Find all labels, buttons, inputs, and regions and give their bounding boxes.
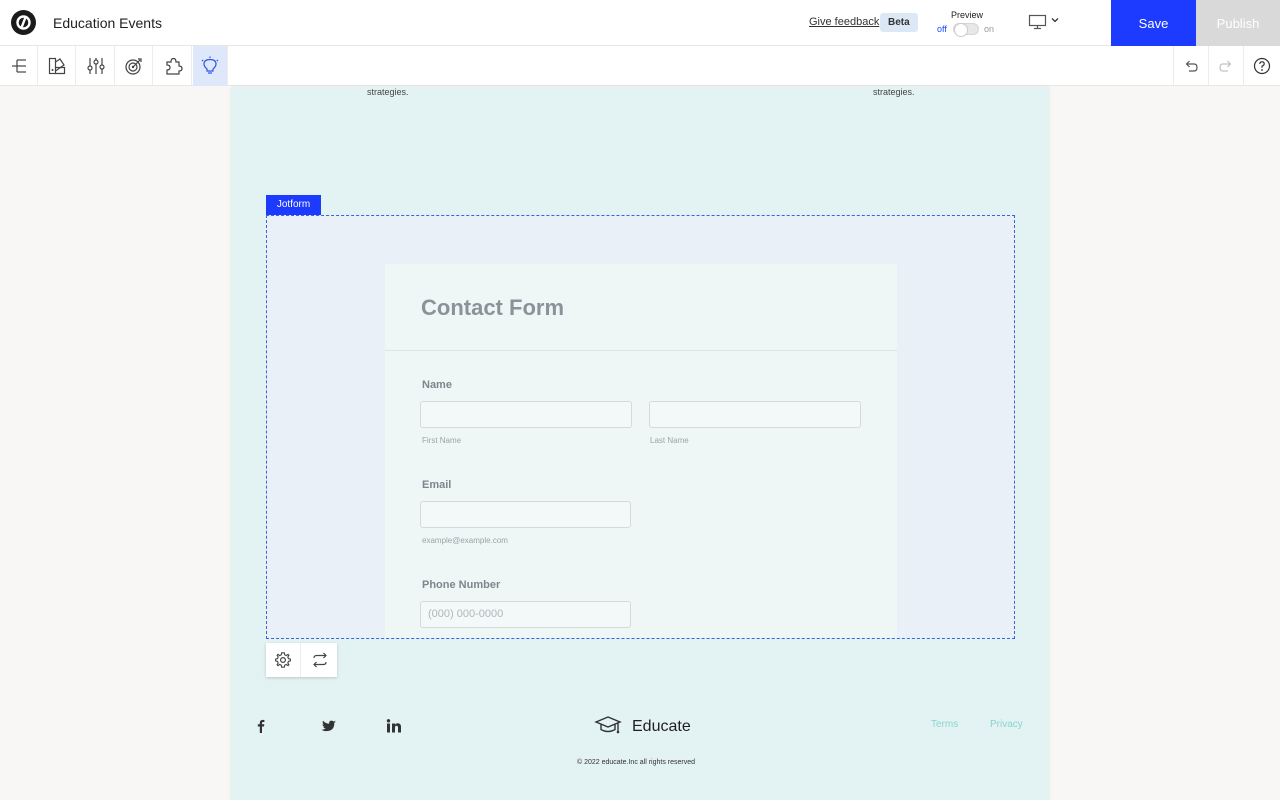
first-name-sublabel: First Name <box>422 436 462 445</box>
phone-input[interactable]: (000) 000-0000 <box>420 601 631 628</box>
integrations-button[interactable] <box>154 46 192 86</box>
widget-settings-button[interactable] <box>266 643 301 677</box>
puzzle-icon <box>165 57 183 75</box>
email-input[interactable] <box>420 501 631 528</box>
help-button[interactable] <box>1243 46 1280 86</box>
jotform-widget[interactable]: Contact Form Name First Name Last Name E… <box>266 215 1015 639</box>
app-title: Education Events <box>53 15 162 31</box>
editor-toolbar <box>0 46 1280 86</box>
form-title: Contact Form <box>421 295 564 320</box>
give-feedback-link[interactable]: Give feedback <box>809 16 879 28</box>
preview-toggle[interactable] <box>953 23 979 37</box>
feature-text-right: strategies. <box>873 87 915 97</box>
footer-brand-name: Educate <box>632 718 691 735</box>
graduation-cap-icon <box>594 716 622 734</box>
beta-badge: Beta <box>880 13 918 32</box>
desktop-icon <box>1028 14 1059 30</box>
linkedin-icon[interactable] <box>386 718 402 734</box>
smart-builder-button[interactable] <box>193 46 228 86</box>
footer-privacy-link[interactable]: Privacy <box>990 719 1023 730</box>
preview-label: Preview <box>951 10 984 20</box>
jotform-widget-tag[interactable]: Jotform <box>266 195 321 215</box>
email-label: Email <box>422 479 452 491</box>
redo-button[interactable] <box>1208 46 1243 86</box>
facebook-icon[interactable] <box>253 718 269 734</box>
last-name-sublabel: Last Name <box>650 436 689 445</box>
design-button[interactable] <box>38 46 76 86</box>
tree-icon <box>11 59 26 73</box>
name-label: Name <box>422 379 452 391</box>
gear-icon <box>275 652 291 668</box>
widget-tools <box>266 643 337 677</box>
phone-label: Phone Number <box>422 579 501 591</box>
footer-terms-link[interactable]: Terms <box>931 719 958 730</box>
swap-icon <box>312 652 327 668</box>
footer-copyright: © 2022 educate.Inc all rights reserved <box>577 759 696 766</box>
app-logo-icon[interactable] <box>11 10 36 35</box>
sliders-icon <box>86 58 105 74</box>
settings-sliders-button[interactable] <box>77 46 115 86</box>
first-name-input[interactable] <box>420 401 632 428</box>
widget-swap-button[interactable] <box>302 643 337 677</box>
help-icon <box>1253 57 1271 75</box>
target-icon <box>124 58 142 75</box>
twitter-icon[interactable] <box>321 718 337 734</box>
goals-button[interactable] <box>115 46 153 86</box>
undo-icon <box>1185 60 1198 72</box>
preview-on-label: on <box>984 24 995 34</box>
device-selector[interactable] <box>1028 13 1062 31</box>
redo-icon <box>1219 60 1232 72</box>
feature-text-left: strategies. <box>367 87 409 97</box>
top-bar: Education Events Give feedback Beta Prev… <box>0 0 1280 46</box>
palette-icon <box>48 57 65 75</box>
preview-off-label: off <box>937 24 947 34</box>
publish-button[interactable]: Publish <box>1196 0 1280 46</box>
undo-button[interactable] <box>1173 46 1208 86</box>
last-name-input[interactable] <box>649 401 861 428</box>
email-sublabel: example@example.com <box>422 536 508 545</box>
form-divider <box>385 350 897 351</box>
page-structure-button[interactable] <box>0 46 38 86</box>
contact-form: Contact Form Name First Name Last Name E… <box>385 264 897 638</box>
save-button[interactable]: Save <box>1111 0 1196 46</box>
lightbulb-icon <box>201 56 219 74</box>
